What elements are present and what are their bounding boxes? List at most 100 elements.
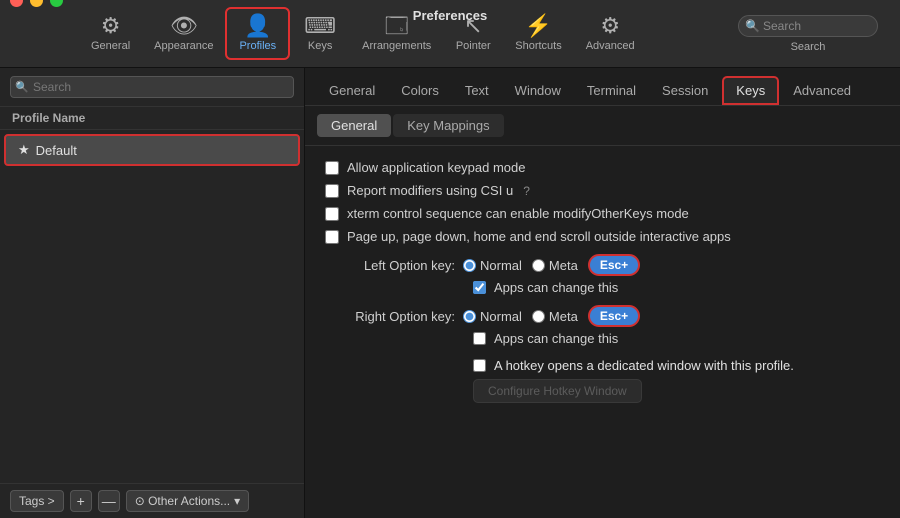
right-option-apps-can-change-checkbox[interactable]	[473, 332, 486, 345]
profile-tab-bar: General Colors Text Window Terminal Sess…	[305, 68, 900, 106]
right-option-label: Right Option key:	[325, 309, 455, 324]
main-area: 🔍 Profile Name ★ Default Tags > + — ⊙ Ot…	[0, 68, 900, 518]
hotkey-row: A hotkey opens a dedicated window with t…	[325, 358, 880, 373]
checkbox-allow-keypad: Allow application keypad mode	[325, 160, 880, 175]
toolbar-item-appearance[interactable]: 👁 Appearance	[142, 9, 225, 58]
left-option-apps-can-change-label: Apps can change this	[494, 280, 618, 295]
tab-text[interactable]: Text	[453, 78, 501, 103]
checkbox-page-scroll-label: Page up, page down, home and end scroll …	[347, 229, 731, 244]
profile-item-default[interactable]: ★ Default	[4, 134, 300, 166]
toolbar-label-shortcuts: Shortcuts	[515, 40, 561, 52]
toolbar-search-icon: 🔍	[745, 19, 760, 33]
sidebar-search-area: 🔍	[0, 68, 304, 107]
profile-name-default: Default	[36, 143, 77, 158]
profile-list: ★ Default	[0, 130, 304, 483]
checkbox-report-modifiers-label: Report modifiers using CSI u	[347, 183, 513, 198]
right-option-meta-radio[interactable]	[532, 310, 545, 323]
info-icon: ?	[523, 184, 530, 198]
checkbox-allow-keypad-input[interactable]	[325, 161, 339, 175]
checkbox-xterm: xterm control sequence can enable modify…	[325, 206, 880, 221]
left-option-esc-button[interactable]: Esc+	[588, 254, 640, 276]
left-option-apps-can-change-row: Apps can change this	[473, 280, 880, 295]
left-option-normal-radio[interactable]	[463, 259, 476, 272]
tab-general[interactable]: General	[317, 78, 387, 103]
sidebar: 🔍 Profile Name ★ Default Tags > + — ⊙ Ot…	[0, 68, 305, 518]
left-option-meta-label: Meta	[532, 258, 578, 273]
add-profile-button[interactable]: +	[70, 490, 92, 512]
right-option-apps-can-change-label: Apps can change this	[494, 331, 618, 346]
toolbar-item-shortcuts[interactable]: ⚡ Shortcuts	[503, 9, 573, 58]
toolbar-label-appearance: Appearance	[154, 40, 213, 52]
tab-window[interactable]: Window	[503, 78, 573, 103]
right-option-apps-can-change-row: Apps can change this	[473, 331, 880, 346]
right-panel: General Colors Text Window Terminal Sess…	[305, 68, 900, 518]
profiles-icon: 👤	[244, 15, 271, 37]
window-title: Preferences	[413, 8, 487, 23]
other-actions-label: ⊙ Other Actions...	[135, 494, 230, 508]
right-option-normal-radio[interactable]	[463, 310, 476, 323]
checkbox-xterm-input[interactable]	[325, 207, 339, 221]
remove-profile-button[interactable]: —	[98, 490, 120, 512]
minimize-button[interactable]	[30, 0, 43, 7]
right-option-normal-text: Normal	[480, 309, 522, 324]
maximize-button[interactable]	[50, 0, 63, 7]
toolbar-label-general: General	[91, 40, 130, 52]
advanced-icon: ⚙	[600, 15, 620, 37]
sidebar-bottom: Tags > + — ⊙ Other Actions... ▾	[0, 483, 304, 518]
toolbar-item-advanced[interactable]: ⚙ Advanced	[574, 9, 647, 58]
left-option-apps-can-change-checkbox[interactable]	[473, 281, 486, 294]
keys-subtab-bar: General Key Mappings	[305, 106, 900, 146]
toolbar-item-general[interactable]: ⚙ General	[79, 9, 142, 58]
other-actions-chevron: ▾	[234, 494, 240, 508]
checkbox-page-scroll: Page up, page down, home and end scroll …	[325, 229, 880, 244]
toolbar: ⚙ General 👁 Appearance 👤 Profiles ⌨ Keys…	[79, 7, 726, 60]
checkbox-report-modifiers: Report modifiers using CSI u ?	[325, 183, 880, 198]
right-option-meta-text: Meta	[549, 309, 578, 324]
toolbar-item-profiles[interactable]: 👤 Profiles	[225, 7, 290, 60]
checkbox-xterm-label: xterm control sequence can enable modify…	[347, 206, 689, 221]
subtab-general[interactable]: General	[317, 114, 391, 137]
sidebar-profile-header: Profile Name	[0, 107, 304, 130]
arrangements-icon: 🗔	[385, 15, 409, 37]
sidebar-search-icon: 🔍	[15, 81, 29, 94]
left-option-label: Left Option key:	[325, 258, 455, 273]
tab-session[interactable]: Session	[650, 78, 720, 103]
appearance-icon: 👁	[170, 15, 198, 37]
tab-terminal[interactable]: Terminal	[575, 78, 648, 103]
sidebar-search-input[interactable]	[10, 76, 294, 98]
left-option-meta-radio[interactable]	[532, 259, 545, 272]
tab-advanced[interactable]: Advanced	[781, 78, 863, 103]
checkbox-allow-keypad-label: Allow application keypad mode	[347, 160, 526, 175]
keys-icon: ⌨	[304, 15, 336, 37]
toolbar-label-advanced: Advanced	[586, 40, 635, 52]
left-option-radio-group: Normal Meta Esc+	[463, 254, 640, 276]
titlebar: ⚙ General 👁 Appearance 👤 Profiles ⌨ Keys…	[0, 0, 900, 68]
window-controls	[10, 0, 63, 7]
toolbar-item-keys[interactable]: ⌨ Keys	[290, 9, 350, 58]
left-option-row: Left Option key: Normal Meta Esc+	[325, 254, 880, 276]
close-button[interactable]	[10, 0, 23, 7]
right-option-meta-label: Meta	[532, 309, 578, 324]
tab-colors[interactable]: Colors	[389, 78, 451, 103]
search-wrapper: 🔍	[738, 15, 878, 37]
shortcuts-icon: ⚡	[525, 15, 552, 37]
checkbox-report-modifiers-input[interactable]	[325, 184, 339, 198]
hotkey-label: A hotkey opens a dedicated window with t…	[494, 358, 794, 373]
right-option-radio-group: Normal Meta Esc+	[463, 305, 640, 327]
tags-button[interactable]: Tags >	[10, 490, 64, 512]
default-star-icon: ★	[18, 142, 30, 158]
toolbar-label-pointer: Pointer	[456, 40, 491, 52]
hotkey-checkbox[interactable]	[473, 359, 486, 372]
left-option-normal-label: Normal	[463, 258, 522, 273]
toolbar-search-area: 🔍 Search	[726, 9, 890, 59]
sidebar-search-wrap: 🔍	[10, 76, 294, 98]
right-option-row: Right Option key: Normal Meta Esc+	[325, 305, 880, 327]
right-option-esc-button[interactable]: Esc+	[588, 305, 640, 327]
subtab-keymappings[interactable]: Key Mappings	[393, 114, 503, 137]
other-actions-button[interactable]: ⊙ Other Actions... ▾	[126, 490, 249, 512]
tab-keys[interactable]: Keys	[722, 76, 779, 105]
checkbox-page-scroll-input[interactable]	[325, 230, 339, 244]
left-option-normal-text: Normal	[480, 258, 522, 273]
left-option-meta-text: Meta	[549, 258, 578, 273]
configure-hotkey-button[interactable]: Configure Hotkey Window	[473, 379, 642, 403]
